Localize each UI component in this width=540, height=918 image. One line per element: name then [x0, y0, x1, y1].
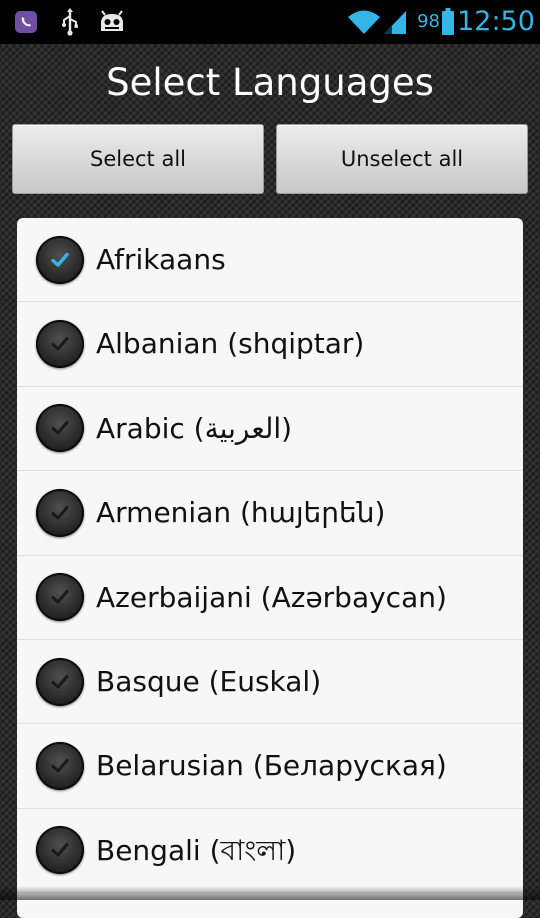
checkmark-icon [51, 759, 69, 773]
status-time: 12:50 [457, 6, 535, 37]
usb-icon [52, 0, 88, 44]
language-row-albanian[interactable]: Albanian (shqiptar) [17, 302, 523, 387]
checkmark-icon [51, 590, 69, 604]
language-label: Azerbaijani (Azərbaycan) [96, 580, 447, 614]
language-label: Afrikaans [96, 243, 226, 276]
viber-icon [8, 0, 44, 44]
checkmark-icon [51, 252, 69, 267]
language-row-bengali[interactable]: Bengali (বাংলা) [17, 809, 523, 894]
language-list: Afrikaans Albanian (shqiptar) Arabic (ال… [17, 218, 523, 918]
language-row-basque[interactable]: Basque (Euskal) [17, 640, 523, 725]
checkmark-icon [51, 505, 69, 520]
checkmark-icon [51, 843, 69, 857]
check-icon[interactable] [36, 742, 84, 791]
checkmark-icon [51, 337, 69, 351]
check-icon[interactable] [36, 235, 84, 284]
language-label: Basque (Euskal) [96, 664, 322, 698]
check-icon[interactable] [36, 826, 84, 875]
language-row-azerbaijani[interactable]: Azerbaijani (Azərbaycan) [17, 556, 523, 640]
language-row-armenian[interactable]: Armenian (հայերեն) [17, 471, 523, 556]
select-all-button[interactable]: Select all [12, 124, 264, 194]
wifi-icon [346, 0, 382, 44]
signal-icon [380, 0, 410, 44]
language-label: Bengali (বাংলা) [96, 833, 297, 867]
language-row-arabic[interactable]: Arabic (العربية) [17, 387, 523, 472]
page-title: Select Languages [106, 61, 434, 104]
checkmark-icon [51, 674, 69, 689]
language-label: Albanian (shqiptar) [96, 327, 365, 361]
language-label: Arabic (العربية) [96, 411, 293, 445]
checkmark-icon [51, 421, 69, 435]
unselect-all-button[interactable]: Unselect all [276, 124, 528, 194]
language-row-afrikaans[interactable]: Afrikaans [17, 218, 523, 303]
battery-icon [441, 0, 455, 44]
check-icon[interactable] [36, 488, 84, 537]
language-label: Armenian (հայերեն) [96, 496, 386, 530]
battery-level: 98 [417, 11, 440, 32]
android-debug-icon [92, 0, 132, 44]
check-icon[interactable] [36, 404, 84, 453]
status-bar: 98 12:50 [0, 0, 540, 44]
check-icon[interactable] [36, 657, 84, 706]
language-row-belarusian[interactable]: Belarusian (Беларуская) [17, 724, 523, 809]
check-icon[interactable] [36, 320, 84, 369]
check-icon[interactable] [36, 573, 84, 622]
language-label: Belarusian (Беларуская) [96, 749, 447, 783]
